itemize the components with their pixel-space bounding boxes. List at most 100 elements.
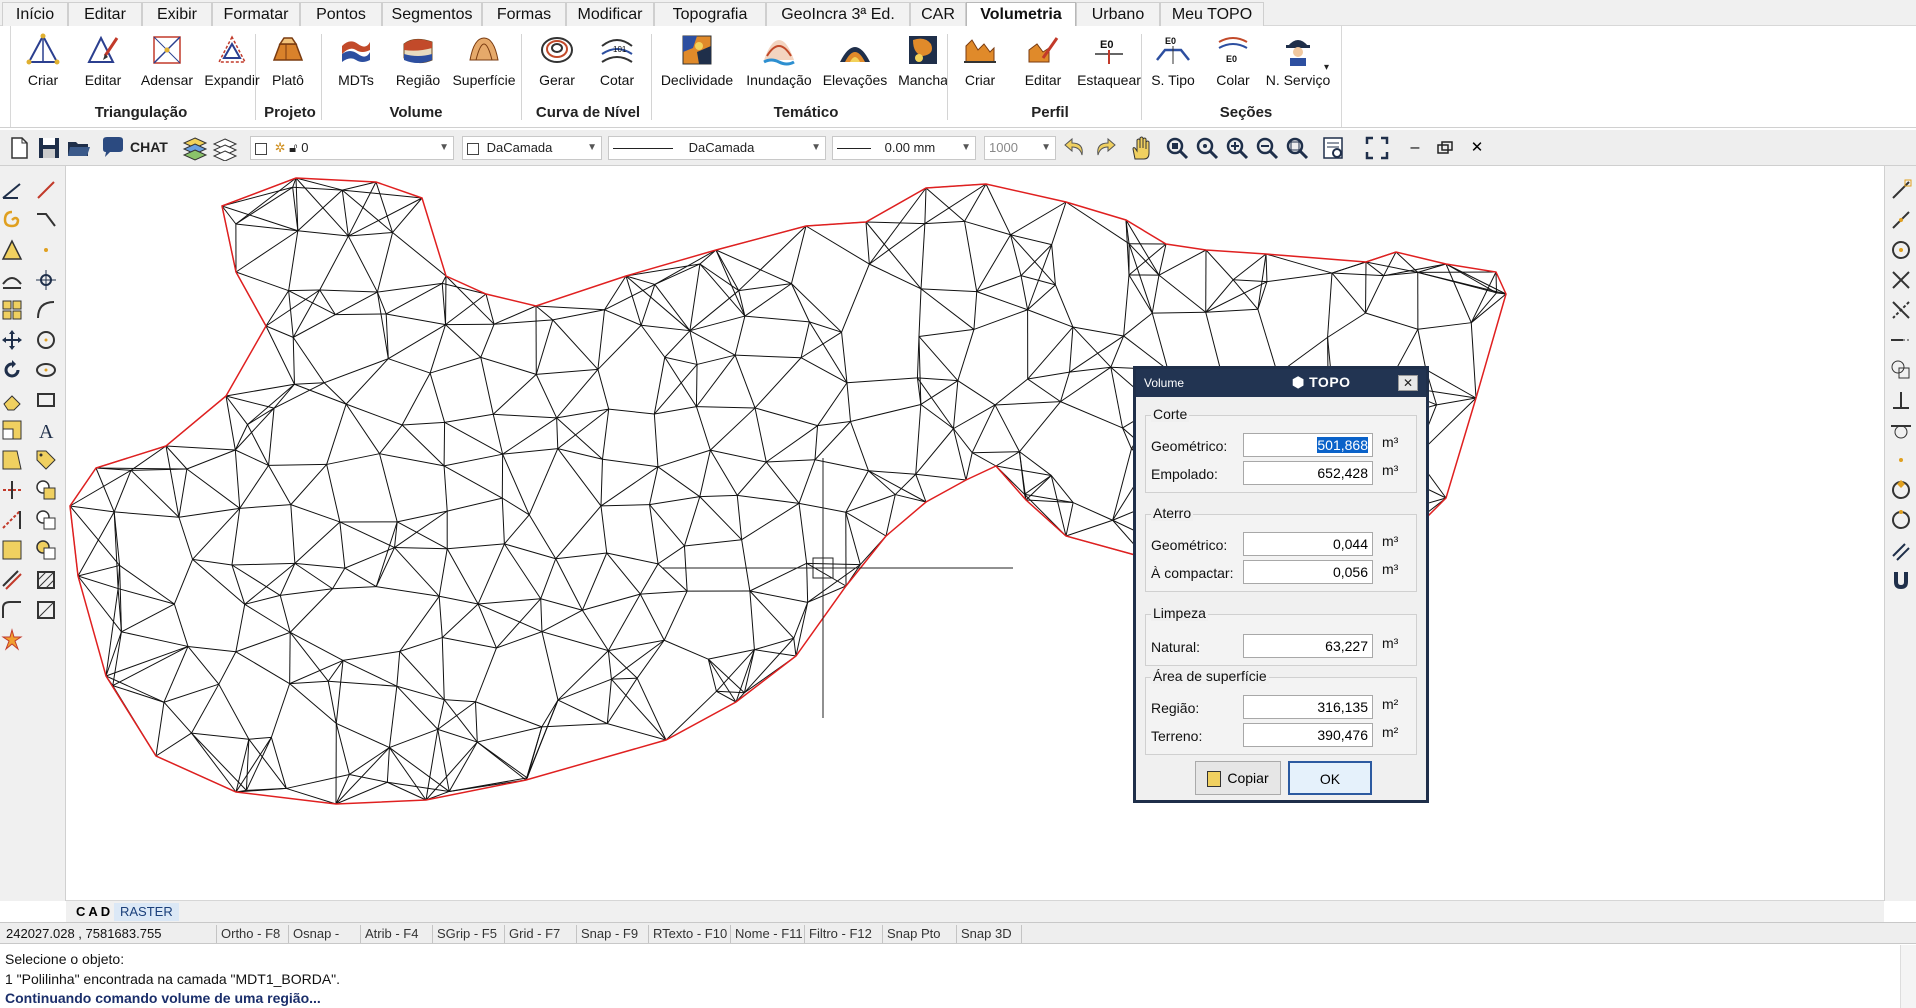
linetype-select[interactable]: DaCamada ▼ [608, 136, 826, 160]
properties-icon[interactable] [1320, 135, 1346, 161]
section-type-button[interactable]: E0 S. Tipo [1145, 32, 1201, 102]
mdts-button[interactable]: MDTs [331, 32, 381, 102]
snap-point-icon[interactable] [34, 268, 58, 292]
hatch-area-icon[interactable] [34, 568, 58, 592]
snap-extension-icon[interactable] [1889, 328, 1913, 352]
declividade-button[interactable]: Declividade [655, 32, 739, 102]
polyline-icon[interactable] [34, 208, 58, 232]
command-scrollbar[interactable] [1900, 945, 1916, 1008]
move-icon[interactable] [0, 328, 24, 352]
estaquear-button[interactable]: E0 Estaquear [1073, 32, 1145, 102]
block-create-icon[interactable] [34, 508, 58, 532]
color-select[interactable]: DaCamada ▼ [462, 136, 602, 160]
snap-parallel-icon[interactable] [1889, 538, 1913, 562]
zoom-in-icon[interactable] [1224, 135, 1250, 161]
zoom-dynamic-icon[interactable] [1194, 135, 1220, 161]
layer-select[interactable]: ✲ 🔓︎ 0 ▼ [250, 136, 454, 160]
snap-midpoint-icon[interactable] [1889, 208, 1913, 232]
plato-button[interactable]: Platô [263, 32, 313, 102]
minimize-icon[interactable]: – [1402, 135, 1428, 161]
toggle-ortho[interactable]: Ortho - F8 [216, 925, 286, 943]
tab-topografia[interactable]: Topografia [654, 2, 766, 26]
snap-quadrant-icon[interactable] [1889, 478, 1913, 502]
extend-icon[interactable] [0, 508, 24, 532]
tab-meu-topo[interactable]: Meu TOPO [1160, 2, 1264, 26]
stretch-icon[interactable] [0, 448, 24, 472]
profile-create-button[interactable]: Criar [955, 32, 1005, 102]
chat-icon[interactable] [100, 135, 126, 161]
toggle-sgrip[interactable]: SGrip - F5 [432, 925, 502, 943]
contour-generate-button[interactable]: Gerar [529, 32, 585, 102]
undo-icon[interactable] [1062, 135, 1088, 161]
boundary-icon[interactable] [34, 598, 58, 622]
tab-editar[interactable]: Editar [68, 2, 142, 26]
scale-select[interactable]: 1000 ▼ [984, 136, 1056, 160]
block-insert-icon[interactable] [34, 478, 58, 502]
corte-empolado-field[interactable]: 652,428 [1243, 461, 1373, 485]
tab-formas[interactable]: Formas [482, 2, 566, 26]
regiao-button[interactable]: Região [391, 32, 445, 102]
snap-center-icon[interactable] [1889, 238, 1913, 262]
spiral-icon[interactable] [0, 208, 24, 232]
scale-icon[interactable] [0, 418, 24, 442]
superficie-button[interactable]: Superfície [451, 32, 517, 102]
tab-formatar[interactable]: Formatar [212, 2, 300, 26]
toggle-rtexto[interactable]: RTexto - F10 [648, 925, 730, 943]
zoom-window-icon[interactable] [1164, 135, 1190, 161]
tab-cad[interactable]: CAD [70, 903, 119, 921]
snap-endpoint-icon[interactable] [1889, 178, 1913, 202]
toggle-grid[interactable]: Grid - F7 [504, 925, 574, 943]
area-terreno-field[interactable]: 390,476 [1243, 723, 1373, 747]
rotate-icon[interactable] [0, 358, 24, 382]
mancha-button[interactable]: Mancha [891, 32, 955, 102]
limpeza-natural-field[interactable]: 63,227 [1243, 634, 1373, 658]
command-line-area[interactable]: Selecione o objeto: 1 "Polilinha" encont… [0, 945, 1916, 1008]
magnet-icon[interactable] [1889, 568, 1913, 592]
contour-label-button[interactable]: 101 Cotar [589, 32, 645, 102]
toggle-snap-3d[interactable]: Snap 3D [956, 925, 1022, 943]
fillet-icon[interactable] [0, 598, 24, 622]
new-file-icon[interactable] [6, 135, 32, 161]
zoom-out-icon[interactable] [1254, 135, 1280, 161]
rectangle-icon[interactable] [34, 388, 58, 412]
chat-button[interactable]: CHAT [130, 139, 168, 155]
profile-edit-button[interactable]: Editar [1015, 32, 1071, 102]
block-edit-icon[interactable] [34, 538, 58, 562]
restore-icon[interactable] [1432, 135, 1458, 161]
toggle-atrib[interactable]: Atrib - F4 [360, 925, 430, 943]
tab-raster[interactable]: RASTER [114, 903, 179, 921]
dialog-title-bar[interactable]: Volume ⬢ TOPO ✕ [1136, 369, 1426, 397]
triangulation-edit-button[interactable]: Editar [75, 32, 131, 102]
elevacoes-button[interactable]: Elevações [819, 32, 891, 102]
corte-geometrico-field[interactable]: 501,868 [1243, 433, 1373, 457]
tab-segmentos[interactable]: Segmentos [382, 2, 482, 26]
tab-volumetria[interactable]: Volumetria [966, 2, 1076, 27]
toggle-filtro[interactable]: Filtro - F12 [804, 925, 882, 943]
snap-apparent-icon[interactable] [1889, 298, 1913, 322]
layers-icon[interactable] [182, 135, 208, 161]
area-regiao-field[interactable]: 316,135 [1243, 695, 1373, 719]
snap-node-icon[interactable] [1889, 448, 1913, 472]
triangulation-densify-button[interactable]: Adensar [135, 32, 199, 102]
open-folder-icon[interactable] [66, 135, 92, 161]
ribbon-more-icon[interactable]: ▾ [1324, 62, 1329, 73]
layer-states-icon[interactable] [212, 135, 238, 161]
toggle-snap[interactable]: Snap - F9 [576, 925, 646, 943]
circle-icon[interactable] [34, 328, 58, 352]
pan-hand-icon[interactable] [1128, 135, 1154, 161]
dialog-close-button[interactable]: ✕ [1398, 375, 1418, 391]
draw-line-icon[interactable] [0, 178, 24, 202]
snap-insert-icon[interactable] [1889, 358, 1913, 382]
tab-geoincra[interactable]: GeoIncra 3ª Ed. [766, 2, 910, 26]
triangle-icon[interactable] [0, 238, 24, 262]
toggle-nome[interactable]: Nome - F11 [730, 925, 804, 943]
explode-icon[interactable] [0, 628, 24, 652]
line-segment-icon[interactable] [34, 178, 58, 202]
section-paste-button[interactable]: E0 Colar [1205, 32, 1261, 102]
tab-pontos[interactable]: Pontos [300, 2, 382, 26]
tab-exibir[interactable]: Exibir [142, 2, 212, 26]
ok-button[interactable]: OK [1288, 761, 1372, 795]
text-icon[interactable]: A [34, 418, 58, 442]
aterro-geometrico-field[interactable]: 0,044 [1243, 532, 1373, 556]
hatch-icon[interactable] [0, 538, 24, 562]
